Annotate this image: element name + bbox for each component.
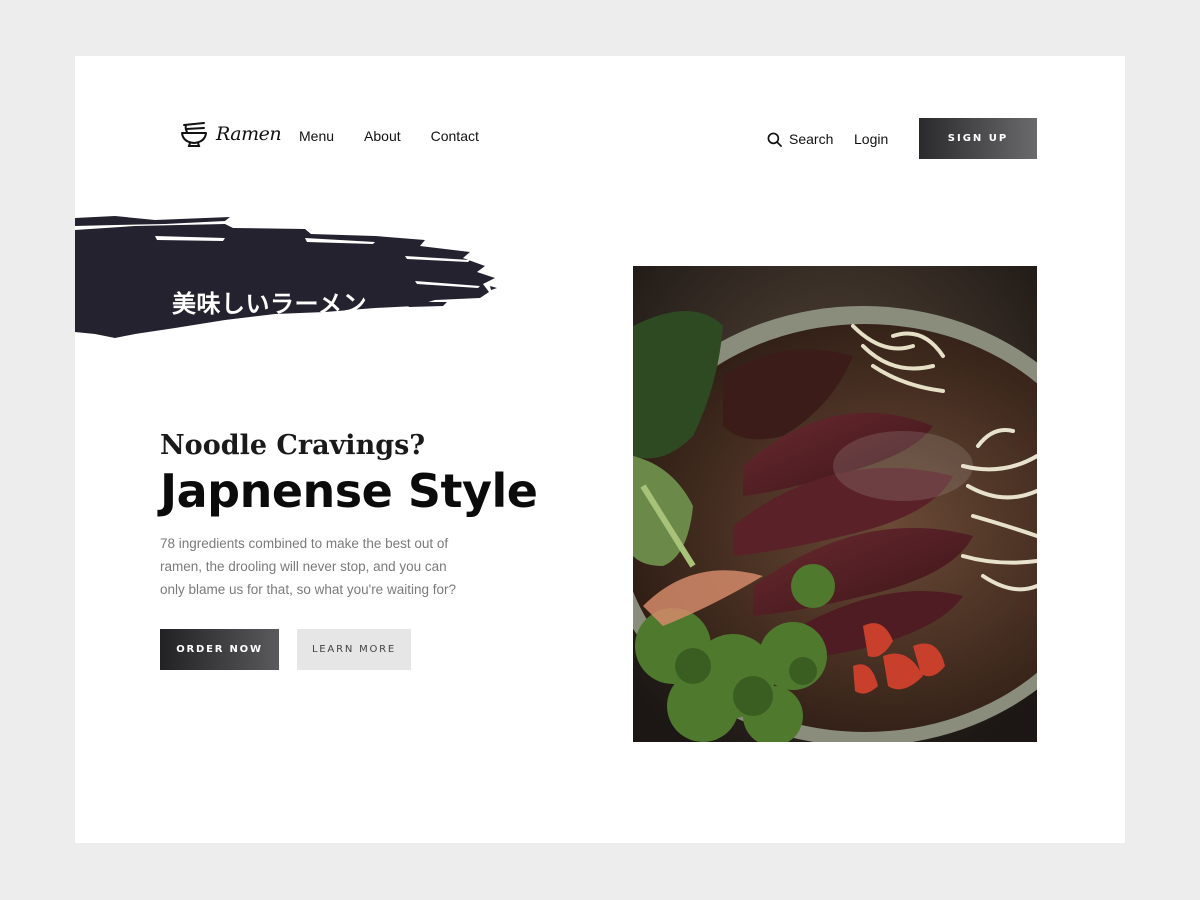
nav-link-about[interactable]: About: [364, 128, 401, 144]
hero-description: 78 ingredients combined to make the best…: [160, 536, 456, 597]
login-link[interactable]: Login: [854, 131, 888, 147]
ramen-bowl-icon: [181, 122, 207, 147]
hero-subtitle: Noodle Cravings?: [160, 430, 426, 461]
japanese-title: 美味しいラーメン: [172, 290, 368, 318]
nav-link-contact[interactable]: Contact: [431, 128, 479, 144]
search-icon: [767, 132, 782, 147]
nav-links: Menu About Contact: [299, 128, 479, 144]
signup-button[interactable]: SIGN UP: [919, 118, 1037, 159]
logo-text: Ramen: [216, 123, 282, 145]
search-label: Search: [789, 131, 834, 147]
ramen-photo: [633, 266, 1037, 742]
landing-page: Ramen Menu About Contact Search Login SI…: [75, 56, 1125, 843]
hero-headline: Japnense Style: [160, 464, 538, 518]
order-now-button[interactable]: ORDER NOW: [160, 629, 279, 670]
nav-link-menu[interactable]: Menu: [299, 128, 334, 144]
search-button[interactable]: Search: [767, 131, 833, 147]
logo[interactable]: Ramen: [180, 120, 282, 148]
learn-more-button[interactable]: LEARN MORE: [297, 629, 411, 670]
ramen-bowl-illustration: [633, 266, 1037, 742]
